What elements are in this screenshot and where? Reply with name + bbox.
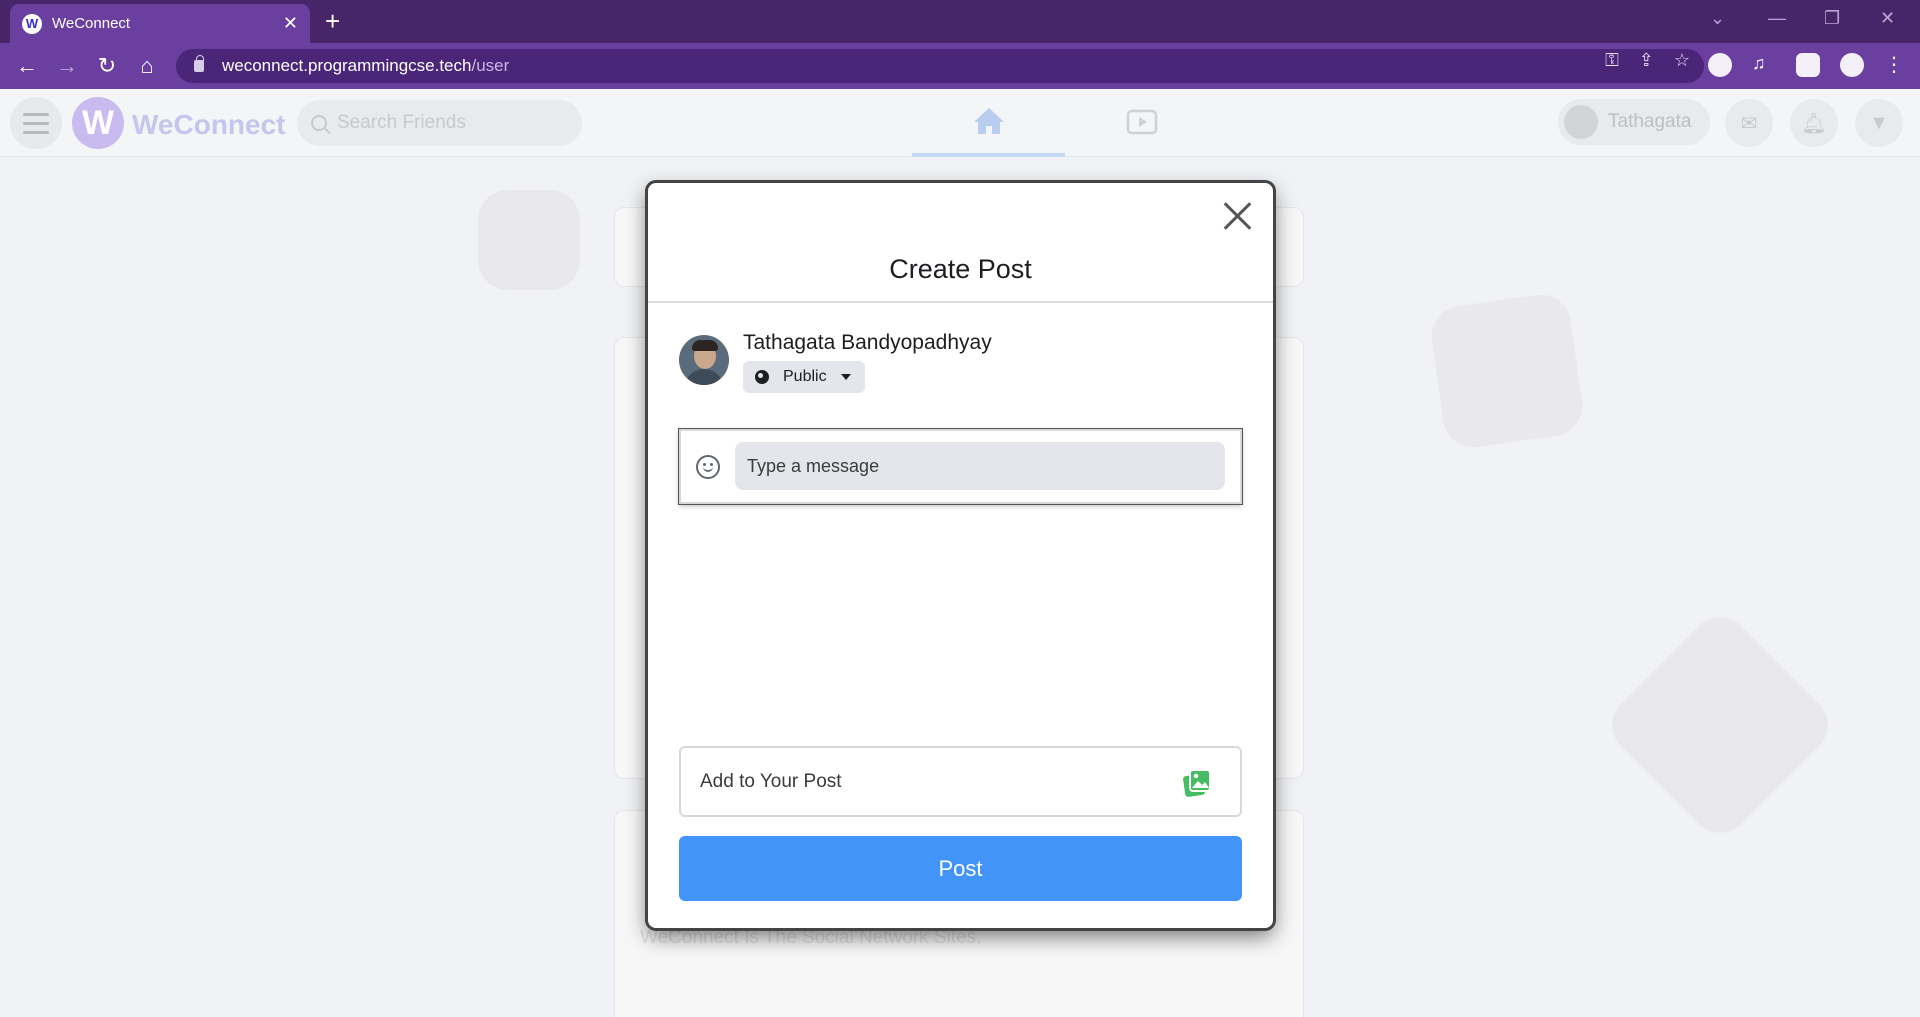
key-icon[interactable]: ⚿ bbox=[1605, 50, 1619, 71]
privacy-dropdown[interactable]: Public bbox=[743, 361, 865, 393]
profile-icon[interactable] bbox=[1840, 53, 1864, 77]
tab-home[interactable] bbox=[912, 89, 1065, 157]
browser-tabbar: W WeConnect ✕ + ⌄ — ❐ ✕ bbox=[0, 0, 1920, 43]
tab-search-icon[interactable]: ⌄ bbox=[1710, 8, 1725, 29]
forward-icon[interactable]: → bbox=[54, 53, 80, 79]
address-bar[interactable]: weconnect.programmingcse.tech/user bbox=[176, 49, 1704, 83]
profile-name: Tathagata bbox=[1608, 111, 1692, 132]
browser-toolbar: ← → ↻ ⌂ weconnect.programmingcse.tech/us… bbox=[0, 43, 1920, 89]
menu-icon[interactable]: ⋮ bbox=[1884, 53, 1904, 77]
reload-icon[interactable]: ↻ bbox=[94, 53, 120, 79]
app-header: W WeConnect Search Friends Tathagata ✉ 🔔… bbox=[0, 89, 1920, 157]
background-shape bbox=[1427, 290, 1587, 452]
create-post-modal: Create Post Tathagata Bandyopadhyay Publ… bbox=[648, 183, 1273, 928]
browser-tab[interactable]: W WeConnect ✕ bbox=[10, 4, 310, 43]
post-button[interactable]: Post bbox=[679, 836, 1242, 901]
new-tab-icon[interactable]: + bbox=[325, 6, 340, 37]
weconnect-logo[interactable]: W bbox=[72, 97, 124, 149]
privacy-label: Public bbox=[783, 368, 827, 385]
window-close-icon[interactable]: ✕ bbox=[1880, 8, 1895, 29]
hamburger-menu-icon[interactable] bbox=[10, 97, 62, 149]
share-icon[interactable]: ⇪ bbox=[1639, 50, 1654, 71]
message-composer bbox=[679, 429, 1242, 504]
url-host: weconnect.programmingcse.tech bbox=[222, 56, 472, 75]
messenger-icon[interactable]: ✉ bbox=[1725, 99, 1773, 147]
tab-watch[interactable] bbox=[1065, 89, 1218, 157]
search-placeholder: Search Friends bbox=[337, 112, 466, 133]
tab-close-icon[interactable]: ✕ bbox=[283, 13, 298, 34]
extension-icon[interactable] bbox=[1708, 53, 1732, 77]
lock-icon[interactable] bbox=[194, 55, 204, 72]
home-icon[interactable]: ⌂ bbox=[134, 53, 160, 79]
sidepanel-icon[interactable] bbox=[1796, 53, 1820, 77]
avatar bbox=[679, 335, 729, 385]
background-caption: WeConnect Is The Social Network Sites. bbox=[640, 927, 982, 948]
weconnect-favicon-icon: W bbox=[22, 13, 42, 34]
avatar bbox=[1564, 105, 1598, 139]
notifications-icon[interactable]: 🔔︎ bbox=[1790, 99, 1838, 147]
minimize-icon[interactable]: — bbox=[1768, 8, 1786, 29]
caret-down-icon bbox=[840, 374, 851, 380]
background-shape bbox=[478, 190, 580, 290]
home-nav-icon bbox=[973, 108, 1004, 134]
restore-icon[interactable]: ❐ bbox=[1824, 8, 1840, 29]
post-author-name: Tathagata Bandyopadhyay bbox=[743, 331, 992, 354]
modal-title: Create Post bbox=[889, 254, 1032, 284]
account-menu-icon[interactable]: ▼ bbox=[1855, 99, 1903, 147]
logo-text[interactable]: WeConnect bbox=[132, 109, 286, 141]
photo-icon[interactable] bbox=[1182, 768, 1212, 798]
add-to-post-label: Add to Your Post bbox=[700, 770, 842, 792]
search-icon bbox=[311, 115, 327, 131]
back-icon[interactable]: ← bbox=[14, 53, 40, 79]
close-icon[interactable] bbox=[1220, 197, 1256, 233]
star-icon[interactable]: ☆ bbox=[1674, 50, 1690, 71]
profile-button[interactable]: Tathagata bbox=[1558, 99, 1710, 145]
message-input[interactable] bbox=[735, 442, 1225, 490]
add-to-post-bar[interactable]: Add to Your Post bbox=[679, 746, 1242, 817]
background-shape bbox=[1599, 604, 1841, 846]
tab-title: WeConnect bbox=[52, 15, 131, 32]
url-path: /user bbox=[471, 56, 510, 75]
globe-icon bbox=[755, 370, 769, 384]
divider bbox=[648, 301, 1273, 303]
emoji-icon[interactable] bbox=[696, 455, 720, 479]
video-icon bbox=[1126, 109, 1157, 135]
search-input[interactable]: Search Friends bbox=[297, 100, 582, 146]
media-icon[interactable]: ♫ bbox=[1752, 53, 1776, 77]
